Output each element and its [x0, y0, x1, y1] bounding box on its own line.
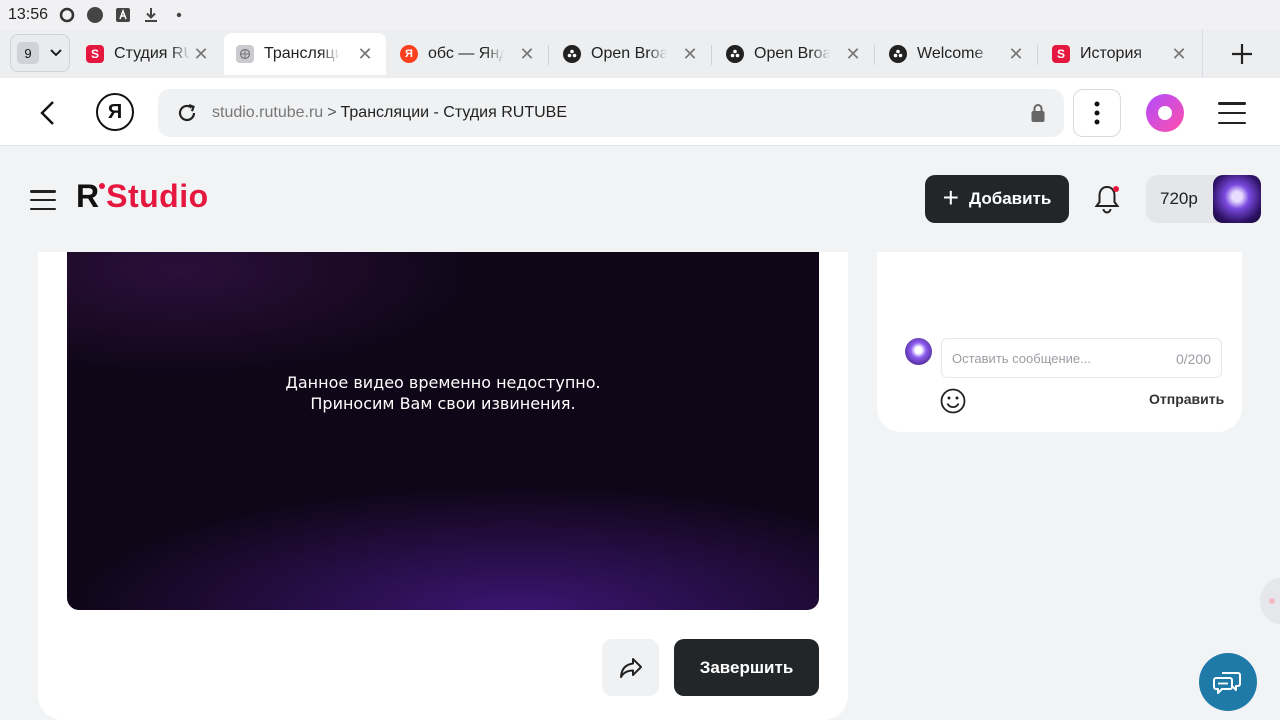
url-page-title: Трансляции - Студия RUTUBE [340, 104, 567, 121]
unavailable-message: Данное видео временно недоступно. Принос… [67, 372, 819, 414]
tab-obs-2[interactable]: Open Broadcaster ✕ [714, 33, 874, 75]
yandex-home-button[interactable]: Я [96, 93, 134, 131]
chat-bubbles-icon [1213, 672, 1241, 694]
more-vertical-icon [1094, 101, 1100, 125]
add-button[interactable]: + Добавить [925, 175, 1069, 223]
tab-history[interactable]: S История ✕ [1040, 33, 1200, 75]
quality-label: 720p [1160, 189, 1198, 208]
tab-separator [548, 45, 549, 65]
share-arrow-icon [619, 657, 642, 678]
emoji-button[interactable] [939, 387, 967, 415]
tab-title: Welcome [917, 45, 984, 62]
app-a-icon [114, 6, 132, 24]
rutube-icon: S [1052, 45, 1070, 63]
tab-yandex-search[interactable]: Я обс — Яндекс ✕ [388, 33, 548, 75]
record-dot-icon [86, 6, 104, 24]
status-bar: 13:56 [0, 0, 1280, 30]
tab-count: 9 [17, 42, 39, 64]
close-icon[interactable]: ✕ [681, 45, 699, 63]
back-button[interactable] [28, 94, 66, 132]
tab-title: История [1080, 45, 1143, 62]
browser-menu-button[interactable] [1073, 89, 1121, 137]
more-dot-icon [170, 6, 188, 24]
unavailable-line-2: Приносим Вам свои извинения. [310, 394, 576, 413]
tab-title: Трансляции [264, 45, 340, 62]
chevron-down-icon [50, 49, 62, 57]
smile-icon [940, 388, 966, 414]
close-icon[interactable]: ✕ [1007, 45, 1025, 63]
sync-icon [58, 6, 76, 24]
close-icon[interactable]: ✕ [844, 45, 862, 63]
user-avatar[interactable] [1213, 175, 1261, 223]
reload-icon[interactable] [176, 102, 198, 124]
obs-icon [563, 45, 581, 63]
unavailable-line-1: Данное видео временно недоступно. [285, 373, 601, 392]
chat-message-field[interactable]: 0/200 [941, 338, 1222, 378]
yandex-icon: Я [400, 45, 418, 63]
logo-r: R [76, 178, 106, 215]
notification-dot [1113, 186, 1119, 192]
address-bar[interactable]: studio.rutube.ru > Трансляции - Студия R… [158, 89, 1064, 137]
share-button[interactable] [602, 639, 659, 696]
tab-obs-1[interactable]: Open Broadcaster ✕ [551, 33, 711, 75]
tab-separator [711, 45, 712, 65]
tab-switcher-button[interactable]: 9 [10, 34, 70, 72]
tab-rutube-studio[interactable]: S Студия RUTUBE ✕ [74, 33, 222, 75]
send-message-button[interactable]: Отправить [1149, 391, 1224, 407]
rutube-icon: S [86, 45, 104, 63]
tab-title: Open Broadcaster [591, 45, 667, 62]
tab-title: обс — Яндекс [428, 45, 504, 62]
handle-dot [1269, 598, 1275, 604]
lock-icon[interactable] [1030, 103, 1046, 123]
broadcast-card: Данное видео временно недоступно. Принос… [38, 252, 848, 720]
close-icon[interactable]: ✕ [1170, 45, 1188, 63]
browser-toolbar: Я studio.rutube.ru > Трансляции - Студия… [0, 78, 1280, 146]
close-icon[interactable]: ✕ [356, 45, 374, 63]
globe-icon [236, 45, 254, 63]
tab-separator [1037, 45, 1038, 65]
site-header: R Studio + Добавить 720p [0, 147, 1280, 252]
plus-icon [1231, 44, 1252, 64]
url-separator: > [327, 104, 337, 121]
plus-icon: + [942, 181, 959, 213]
browser-hamburger-button[interactable] [1214, 100, 1250, 126]
arrow-left-icon [40, 101, 54, 125]
chat-user-avatar [905, 338, 932, 365]
close-icon[interactable]: ✕ [192, 45, 210, 63]
tab-strip: 9 S Студия RUTUBE ✕ Трансляции ✕ Я обс —… [0, 30, 1280, 78]
chat-message-input[interactable] [952, 350, 1162, 366]
alice-icon [1158, 106, 1172, 120]
obs-icon [889, 45, 907, 63]
logo-studio: Studio [106, 178, 209, 214]
chat-panel: 0/200 Отправить [877, 252, 1242, 432]
yandex-icon: Я [107, 100, 123, 123]
chat-char-counter: 0/200 [1175, 351, 1211, 367]
add-button-label: Добавить [969, 189, 1052, 208]
alice-assistant-button[interactable] [1146, 94, 1184, 132]
notifications-button[interactable] [1093, 184, 1121, 214]
tab-title: Студия RUTUBE [114, 45, 190, 62]
obs-icon [726, 45, 744, 63]
download-icon [142, 6, 160, 24]
edge-panel-handle[interactable] [1260, 578, 1280, 624]
video-player[interactable]: Данное видео временно недоступно. Принос… [67, 252, 819, 610]
close-icon[interactable]: ✕ [518, 45, 536, 63]
tab-separator [874, 45, 875, 65]
logo-dot [99, 183, 106, 189]
url-host: studio.rutube.ru [212, 104, 324, 121]
tab-welcome[interactable]: Welcome ✕ [877, 33, 1037, 75]
tab-broadcasts[interactable]: Трансляции ✕ [224, 33, 386, 75]
rstudio-logo[interactable]: R Studio [76, 178, 209, 218]
new-tab-button[interactable] [1202, 30, 1280, 78]
site-menu-button[interactable] [30, 190, 56, 210]
support-chat-button[interactable] [1199, 653, 1257, 711]
finish-broadcast-button[interactable]: Завершить [674, 639, 819, 696]
status-time: 13:56 [8, 6, 49, 23]
tab-title: Open Broadcaster [754, 45, 830, 62]
